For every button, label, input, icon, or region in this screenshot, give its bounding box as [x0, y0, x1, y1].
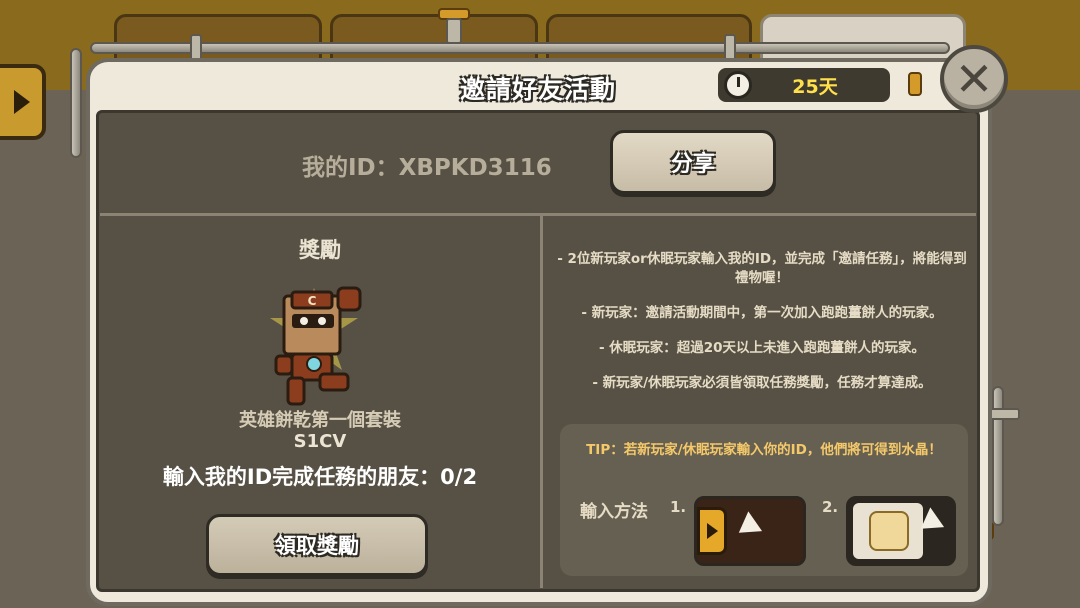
step-1-image — [694, 496, 806, 566]
tip-text: TIP：若新玩家/休眠玩家輸入你的ID，他們將可得到水晶！ — [586, 442, 942, 458]
rule-item: - 新玩家：邀請活動期間中，第一次加入跑跑薑餅人的玩家。 — [581, 305, 943, 321]
rule-item: - 新玩家/休眠玩家必須皆領取任務獎勵，任務才算達成。 — [592, 375, 932, 391]
background-tab — [114, 14, 322, 64]
claim-reward-button[interactable]: 領取獎勵 — [206, 514, 428, 576]
share-button[interactable]: 分享 — [610, 130, 776, 194]
friends-icon — [869, 511, 909, 551]
background-tab — [546, 14, 752, 64]
pipe-valve — [908, 72, 922, 96]
step-number: 1. — [670, 498, 687, 516]
input-method-label: 輸入方法 — [580, 502, 648, 522]
decor-pipe — [70, 48, 82, 158]
background-tab — [330, 14, 538, 64]
friend-progress: 輸入我的ID完成任務的朋友：0/2 — [162, 465, 478, 489]
reward-title: 獎勵 — [299, 238, 341, 262]
rule-item: - 2位新玩家or休眠玩家輸入我的ID，並完成「邀請任務」，將能得到禮物喔！ — [557, 251, 967, 286]
side-menu-toggle-button[interactable] — [0, 64, 46, 140]
close-icon: ✕ — [954, 52, 994, 106]
reward-code: S1CV — [293, 431, 347, 452]
timer-remaining: 25天 — [792, 75, 838, 98]
hero-cookie-costume-image: C — [270, 286, 362, 406]
rule-item: - 休眠玩家：超過20天以上未進入跑跑薑餅人的玩家。 — [598, 340, 926, 356]
side-menu-tab-icon — [697, 507, 727, 555]
event-timer: 25天 — [718, 68, 890, 102]
pipe-clamp — [446, 18, 462, 44]
reward-name: 英雄餅乾第一個套裝 — [239, 410, 401, 431]
svg-text:C: C — [308, 294, 317, 308]
decor-pipe — [90, 42, 950, 54]
play-arrow-icon — [14, 90, 30, 114]
background-tab — [760, 14, 966, 64]
clock-icon — [724, 71, 752, 99]
my-id-text: 我的ID：XBPKD3116 — [302, 155, 552, 181]
pointer-arrow-icon — [731, 511, 763, 543]
divider — [100, 213, 976, 216]
decor-pipe — [992, 386, 1004, 526]
step-2-image — [846, 496, 956, 566]
close-button[interactable]: ✕ — [940, 45, 1008, 113]
step-number: 2. — [822, 498, 839, 516]
rules-list: - 2位新玩家or休眠玩家輸入我的ID，並完成「邀請任務」，將能得到禮物喔！ -… — [552, 250, 972, 409]
my-id-section: 我的ID：XBPKD3116 分享 — [100, 114, 976, 214]
divider — [540, 216, 543, 588]
